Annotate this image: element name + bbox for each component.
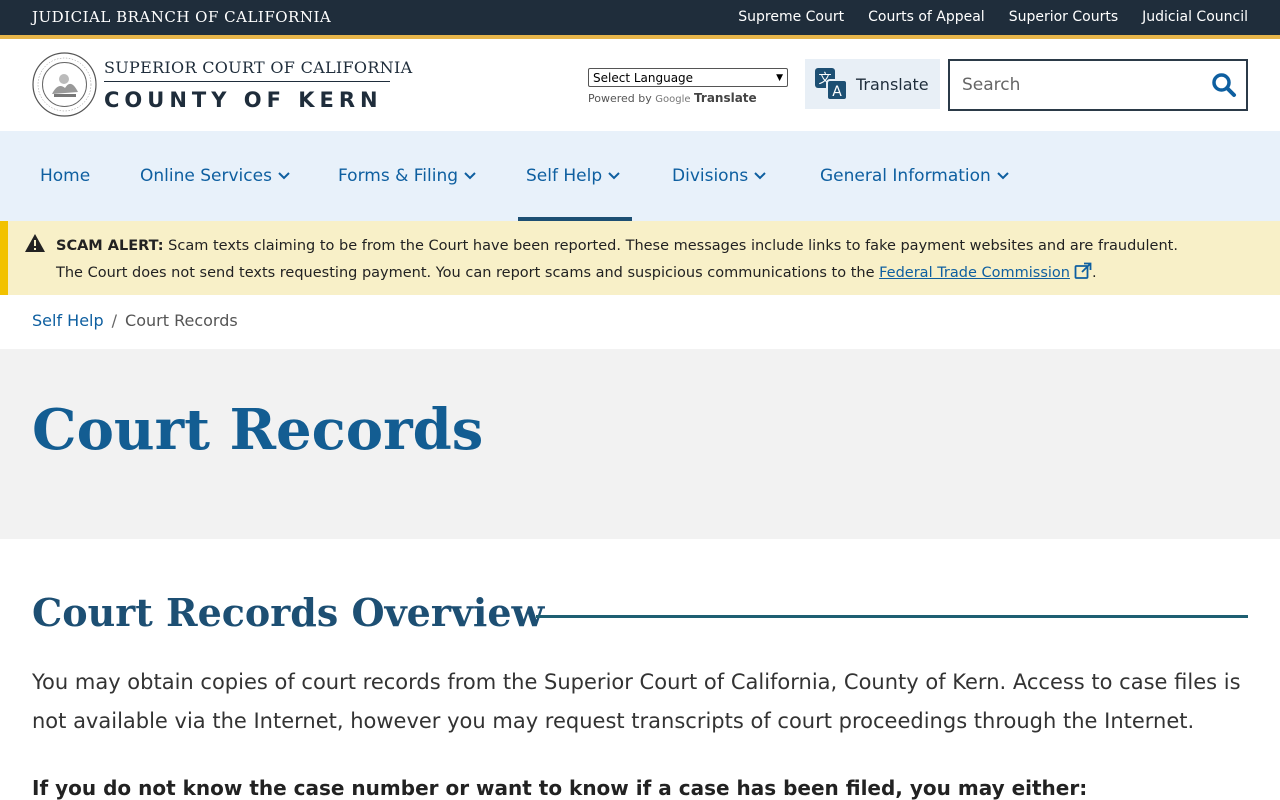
alert-label: SCAM ALERT: <box>56 238 164 254</box>
powered-by-google: Powered by Google Translate <box>588 91 757 105</box>
breadcrumb: Self Help / Court Records <box>32 311 238 330</box>
nav-item-general-information[interactable]: General Information <box>820 131 1009 221</box>
breadcrumb-separator: / <box>111 311 118 330</box>
branch-title[interactable]: JUDICIAL BRANCH OF CALIFORNIA <box>32 8 331 26</box>
page-title: Court Records <box>32 397 484 463</box>
instructions-heading: If you do not know the case number or wa… <box>32 776 1088 800</box>
language-select-value: Select Language <box>593 70 694 85</box>
alert-text: SCAM ALERT: Scam texts claiming to be fr… <box>56 233 1196 287</box>
logo-county-name[interactable]: COUNTY OF KERN <box>104 88 383 112</box>
section-divider <box>536 615 1248 618</box>
page-hero: Court Records <box>0 349 1280 539</box>
judicial-branch-bar: JUDICIAL BRANCH OF CALIFORNIA Supreme Co… <box>0 0 1280 35</box>
top-link-superior-courts[interactable]: Superior Courts <box>1009 9 1118 25</box>
section-title: Court Records Overview <box>32 590 545 635</box>
nav-label: Online Services <box>140 166 272 186</box>
external-link-icon <box>1074 262 1092 279</box>
overview-paragraph: You may obtain copies of court records f… <box>32 670 1241 733</box>
search-icon <box>1212 73 1236 97</box>
translate-label: Translate <box>856 74 929 94</box>
court-seal-logo[interactable] <box>32 52 97 117</box>
search-box <box>948 59 1248 111</box>
top-link-courts-of-appeal[interactable]: Courts of Appeal <box>868 9 985 25</box>
svg-text:A: A <box>832 84 842 100</box>
alert-end: . <box>1091 265 1097 281</box>
nav-item-forms-filing[interactable]: Forms & Filing <box>338 131 476 221</box>
nav-label: General Information <box>820 166 991 186</box>
logo-court-name[interactable]: SUPERIOR COURT OF CALIFORNIA <box>104 58 412 77</box>
google-logo: Google <box>655 94 691 105</box>
nav-label: Self Help <box>526 166 603 186</box>
chevron-down-icon <box>278 172 290 180</box>
warning-icon <box>25 234 45 252</box>
nav-label: Divisions <box>672 166 749 186</box>
google-translate-link[interactable]: Translate <box>694 91 757 105</box>
main-navigation: Home Online Services Forms & Filing Self… <box>0 131 1280 221</box>
nav-item-divisions[interactable]: Divisions <box>672 131 766 221</box>
chevron-down-icon <box>997 172 1009 180</box>
powered-by-label: Powered by <box>588 92 652 105</box>
top-link-judicial-council[interactable]: Judicial Council <box>1142 9 1248 25</box>
nav-item-online-services[interactable]: Online Services <box>140 131 290 221</box>
search-button[interactable] <box>1202 61 1246 109</box>
nav-item-home[interactable]: Home <box>40 131 90 221</box>
chevron-down-icon <box>754 172 766 180</box>
chevron-down-icon: ▼ <box>776 72 783 83</box>
logo-divider <box>104 81 390 82</box>
translate-button[interactable]: 文 A Translate <box>805 59 940 109</box>
nav-label: Home <box>40 166 91 186</box>
top-link-supreme-court[interactable]: Supreme Court <box>738 9 844 25</box>
nav-item-self-help[interactable]: Self Help <box>526 131 620 221</box>
search-input[interactable] <box>950 75 1202 95</box>
chevron-down-icon <box>608 172 620 180</box>
top-links: Supreme Court Courts of Appeal Superior … <box>738 9 1248 25</box>
translate-icon: 文 A <box>815 68 848 101</box>
breadcrumb-self-help[interactable]: Self Help <box>32 311 104 330</box>
scam-alert-banner: SCAM ALERT: Scam texts claiming to be fr… <box>0 221 1280 295</box>
ftc-link[interactable]: Federal Trade Commission <box>879 265 1070 281</box>
language-select[interactable]: Select Language ▼ <box>588 68 788 87</box>
chevron-down-icon <box>464 172 476 180</box>
breadcrumb-current: Court Records <box>125 311 238 330</box>
site-header: SUPERIOR COURT OF CALIFORNIA COUNTY OF K… <box>0 39 1280 131</box>
nav-label: Forms & Filing <box>338 166 459 186</box>
